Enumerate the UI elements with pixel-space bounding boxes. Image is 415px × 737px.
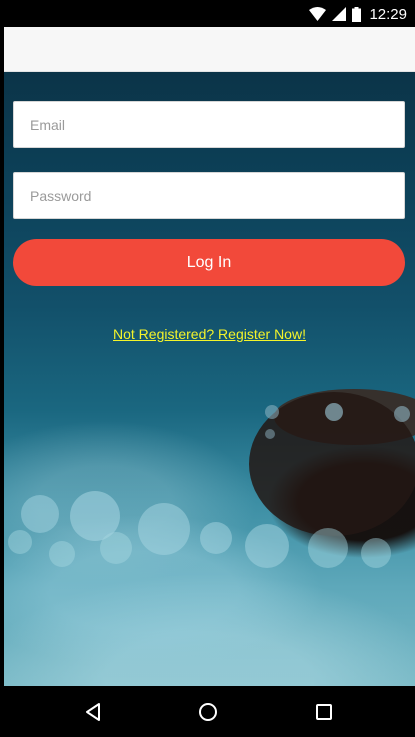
login-form: Log In [13,101,405,286]
email-field[interactable] [13,101,405,148]
login-button[interactable]: Log In [13,239,405,286]
battery-icon [352,6,362,22]
home-icon [199,703,217,721]
phone-screen: 12:29 Log In Not Registere [0,0,415,737]
recents-button[interactable] [311,699,337,725]
back-button[interactable] [81,699,107,725]
password-field[interactable] [13,172,405,219]
status-bar: 12:29 [0,0,415,27]
signal-icon [332,7,347,21]
wifi-icon [309,7,327,21]
back-icon [86,703,100,721]
login-screen: Log In Not Registered? Register Now! [4,72,415,686]
navigation-bar [0,686,415,737]
status-icons: 12:29 [309,4,407,24]
app-bar [4,27,415,72]
home-button[interactable] [195,699,221,725]
recents-icon [316,704,332,720]
register-link[interactable]: Not Registered? Register Now! [4,326,415,342]
status-time: 12:29 [369,5,407,23]
